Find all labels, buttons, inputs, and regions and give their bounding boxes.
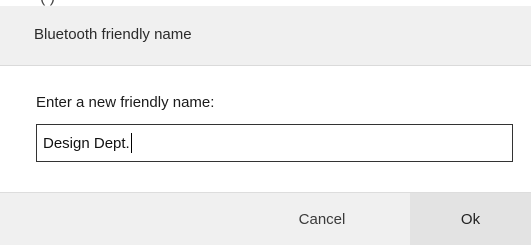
friendly-name-input[interactable]: Design Dept. xyxy=(36,124,513,162)
dialog-title: Bluetooth friendly name xyxy=(34,26,192,43)
text-cursor xyxy=(130,133,132,153)
dialog-header: Bluetooth friendly name xyxy=(0,6,531,66)
cancel-button[interactable]: Cancel xyxy=(234,193,410,245)
friendly-name-input-value: Design Dept. xyxy=(43,134,130,152)
bluetooth-friendly-name-dialog: Bluetooth friendly name Enter a new frie… xyxy=(0,6,531,245)
ok-button[interactable]: Ok xyxy=(410,193,531,245)
dialog-footer: Cancel Ok xyxy=(0,192,531,245)
friendly-name-label: Enter a new friendly name: xyxy=(36,94,215,111)
